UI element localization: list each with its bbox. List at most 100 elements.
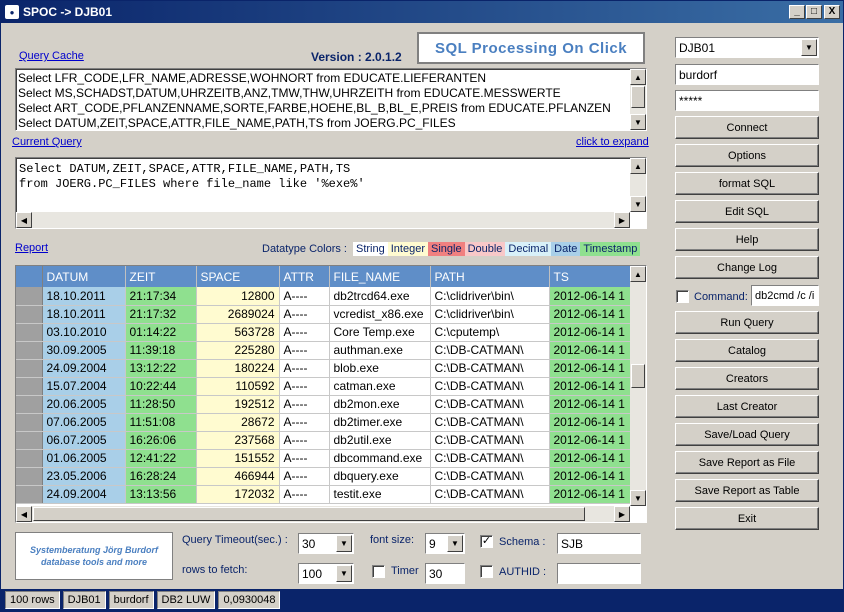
table-cell[interactable]: 237568 (196, 431, 280, 450)
format-sql-button[interactable]: format SQL (675, 172, 819, 195)
table-cell[interactable]: 01.06.2005 (42, 449, 126, 468)
catalog-button[interactable]: Catalog (675, 339, 819, 362)
query-editor-hscrollbar[interactable]: ◀ ▶ (16, 212, 630, 228)
column-header-zeit[interactable]: ZEIT (125, 266, 197, 287)
query-editor-vscrollbar[interactable]: ▲ ▼ (630, 158, 646, 212)
exit-button[interactable]: Exit (675, 507, 819, 530)
user-input[interactable]: burdorf (675, 64, 819, 85)
table-row[interactable]: 30.09.2005 11:39:18 225280 A---- authman.exe… (16, 341, 631, 360)
schema-input[interactable]: SJB (557, 533, 641, 554)
table-cell[interactable]: 07.06.2005 (42, 413, 126, 432)
table-cell[interactable]: 2012-06-14 1 (549, 467, 631, 486)
table-cell[interactable]: A---- (279, 413, 330, 432)
column-header-datum[interactable]: DATUM (42, 266, 126, 287)
save-report-file-button[interactable]: Save Report as File (675, 451, 819, 474)
timer-input[interactable]: 30 (425, 563, 465, 584)
table-cell[interactable]: 2012-06-14 1 (549, 341, 631, 360)
column-header-file-name[interactable]: FILE_NAME (329, 266, 431, 287)
table-cell[interactable]: testit.exe (329, 485, 431, 504)
grid-hscroll-thumb[interactable] (33, 507, 585, 521)
row-header[interactable] (16, 395, 43, 414)
query-cache-item[interactable]: Select MS,SCHADST,DATUM,UHRZEITB,ANZ,TMW… (18, 86, 644, 101)
table-cell[interactable]: 06.07.2005 (42, 431, 126, 450)
table-cell[interactable]: 18.10.2011 (42, 287, 126, 306)
table-cell[interactable]: 2012-06-14 1 (549, 485, 631, 504)
query-cache-item[interactable]: Select LFR_CODE,LFR_NAME,ADRESSE,WOHNORT… (18, 71, 644, 86)
table-cell[interactable]: A---- (279, 395, 330, 414)
run-query-button[interactable]: Run Query (675, 311, 819, 334)
table-cell[interactable]: 24.09.2004 (42, 485, 126, 504)
connect-button[interactable]: Connect (675, 116, 819, 139)
table-cell[interactable]: A---- (279, 449, 330, 468)
row-header[interactable] (16, 377, 43, 396)
creators-button[interactable]: Creators (675, 367, 819, 390)
query-cache-item[interactable]: Select ART_CODE,PFLANZENNAME,SORTE,FARBE… (18, 101, 644, 116)
scroll-right-icon[interactable]: ▶ (614, 212, 630, 228)
grid-hscrollbar[interactable]: ◀ ▶ (16, 506, 630, 522)
table-cell[interactable]: A---- (279, 287, 330, 306)
row-header[interactable] (16, 287, 43, 306)
table-cell[interactable]: 10:22:44 (125, 377, 197, 396)
command-input[interactable]: db2cmd /c /i (751, 285, 819, 306)
minimize-button[interactable]: _ (789, 5, 805, 19)
options-button[interactable]: Options (675, 144, 819, 167)
table-cell[interactable]: C:\DB-CATMAN\ (430, 413, 550, 432)
table-cell[interactable]: A---- (279, 431, 330, 450)
row-header[interactable] (16, 359, 43, 378)
table-cell[interactable]: 2012-06-14 1 (549, 305, 631, 324)
table-row[interactable]: 07.06.2005 11:51:08 28672 A---- db2timer.exe… (16, 413, 631, 432)
table-cell[interactable]: C:\clidriver\bin\ (430, 305, 550, 324)
query-timeout-select[interactable]: 30 ▼ (298, 533, 354, 554)
table-cell[interactable]: 466944 (196, 467, 280, 486)
table-row[interactable]: 20.06.2005 11:28:50 192512 A---- db2mon.exe C… (16, 395, 631, 414)
command-checkbox[interactable] (676, 290, 689, 303)
table-cell[interactable]: dbcommand.exe (329, 449, 431, 468)
table-cell[interactable]: 563728 (196, 323, 280, 342)
row-header[interactable] (16, 323, 43, 342)
table-cell[interactable]: 2689024 (196, 305, 280, 324)
chevron-down-icon[interactable]: ▼ (447, 535, 463, 552)
grid-scroll-thumb[interactable] (631, 364, 645, 388)
table-row[interactable]: 15.07.2004 10:22:44 110592 A---- catman.exe C… (16, 377, 631, 396)
row-header[interactable] (16, 305, 43, 324)
grid-vscrollbar[interactable]: ▲ ▼ (630, 266, 646, 506)
table-cell[interactable]: catman.exe (329, 377, 431, 396)
database-select[interactable]: DJB01 ▼ (675, 37, 819, 58)
table-cell[interactable]: A---- (279, 323, 330, 342)
table-row[interactable]: 01.06.2005 12:41:22 151552 A---- dbcommand.e… (16, 449, 631, 468)
table-cell[interactable]: C:\cputemp\ (430, 323, 550, 342)
table-cell[interactable]: db2mon.exe (329, 395, 431, 414)
scroll-down-icon[interactable]: ▼ (630, 114, 646, 130)
table-cell[interactable]: blob.exe (329, 359, 431, 378)
table-cell[interactable]: A---- (279, 305, 330, 324)
table-cell[interactable]: C:\DB-CATMAN\ (430, 485, 550, 504)
table-cell[interactable]: C:\DB-CATMAN\ (430, 431, 550, 450)
table-cell[interactable]: 13:13:56 (125, 485, 197, 504)
edit-sql-button[interactable]: Edit SQL (675, 200, 819, 223)
table-cell[interactable]: 28672 (196, 413, 280, 432)
current-query-link[interactable]: Current Query (12, 136, 82, 148)
current-query-editor[interactable]: Select DATUM,ZEIT,SPACE,ATTR,FILE_NAME,P… (15, 157, 647, 229)
column-header-ts[interactable]: TS (549, 266, 631, 287)
table-row[interactable]: 24.09.2004 13:13:56 172032 A---- testit.exe C… (16, 485, 631, 504)
table-cell[interactable]: 2012-06-14 1 (549, 413, 631, 432)
scroll-left-icon[interactable]: ◀ (16, 212, 32, 228)
timer-checkbox[interactable] (372, 565, 385, 578)
table-cell[interactable]: 03.10.2010 (42, 323, 126, 342)
results-grid[interactable]: DATUM ZEIT SPACE ATTR FILE_NAME PATH TS 18.10.… (15, 265, 647, 523)
row-header[interactable] (16, 485, 43, 504)
chevron-down-icon[interactable]: ▼ (336, 565, 352, 582)
table-cell[interactable]: A---- (279, 377, 330, 396)
query-cache-list[interactable]: Select LFR_CODE,LFR_NAME,ADRESSE,WOHNORT… (15, 68, 647, 131)
authid-input[interactable] (557, 563, 641, 584)
authid-checkbox[interactable] (480, 565, 493, 578)
maximize-button[interactable]: □ (806, 5, 822, 19)
scroll-thumb[interactable] (631, 86, 645, 108)
table-cell[interactable]: 16:26:06 (125, 431, 197, 450)
table-cell[interactable]: 110592 (196, 377, 280, 396)
scroll-up-icon[interactable]: ▲ (630, 158, 646, 174)
font-size-select[interactable]: 9 ▼ (425, 533, 465, 554)
table-cell[interactable]: 2012-06-14 1 (549, 377, 631, 396)
table-cell[interactable]: A---- (279, 341, 330, 360)
table-cell[interactable]: 20.06.2005 (42, 395, 126, 414)
